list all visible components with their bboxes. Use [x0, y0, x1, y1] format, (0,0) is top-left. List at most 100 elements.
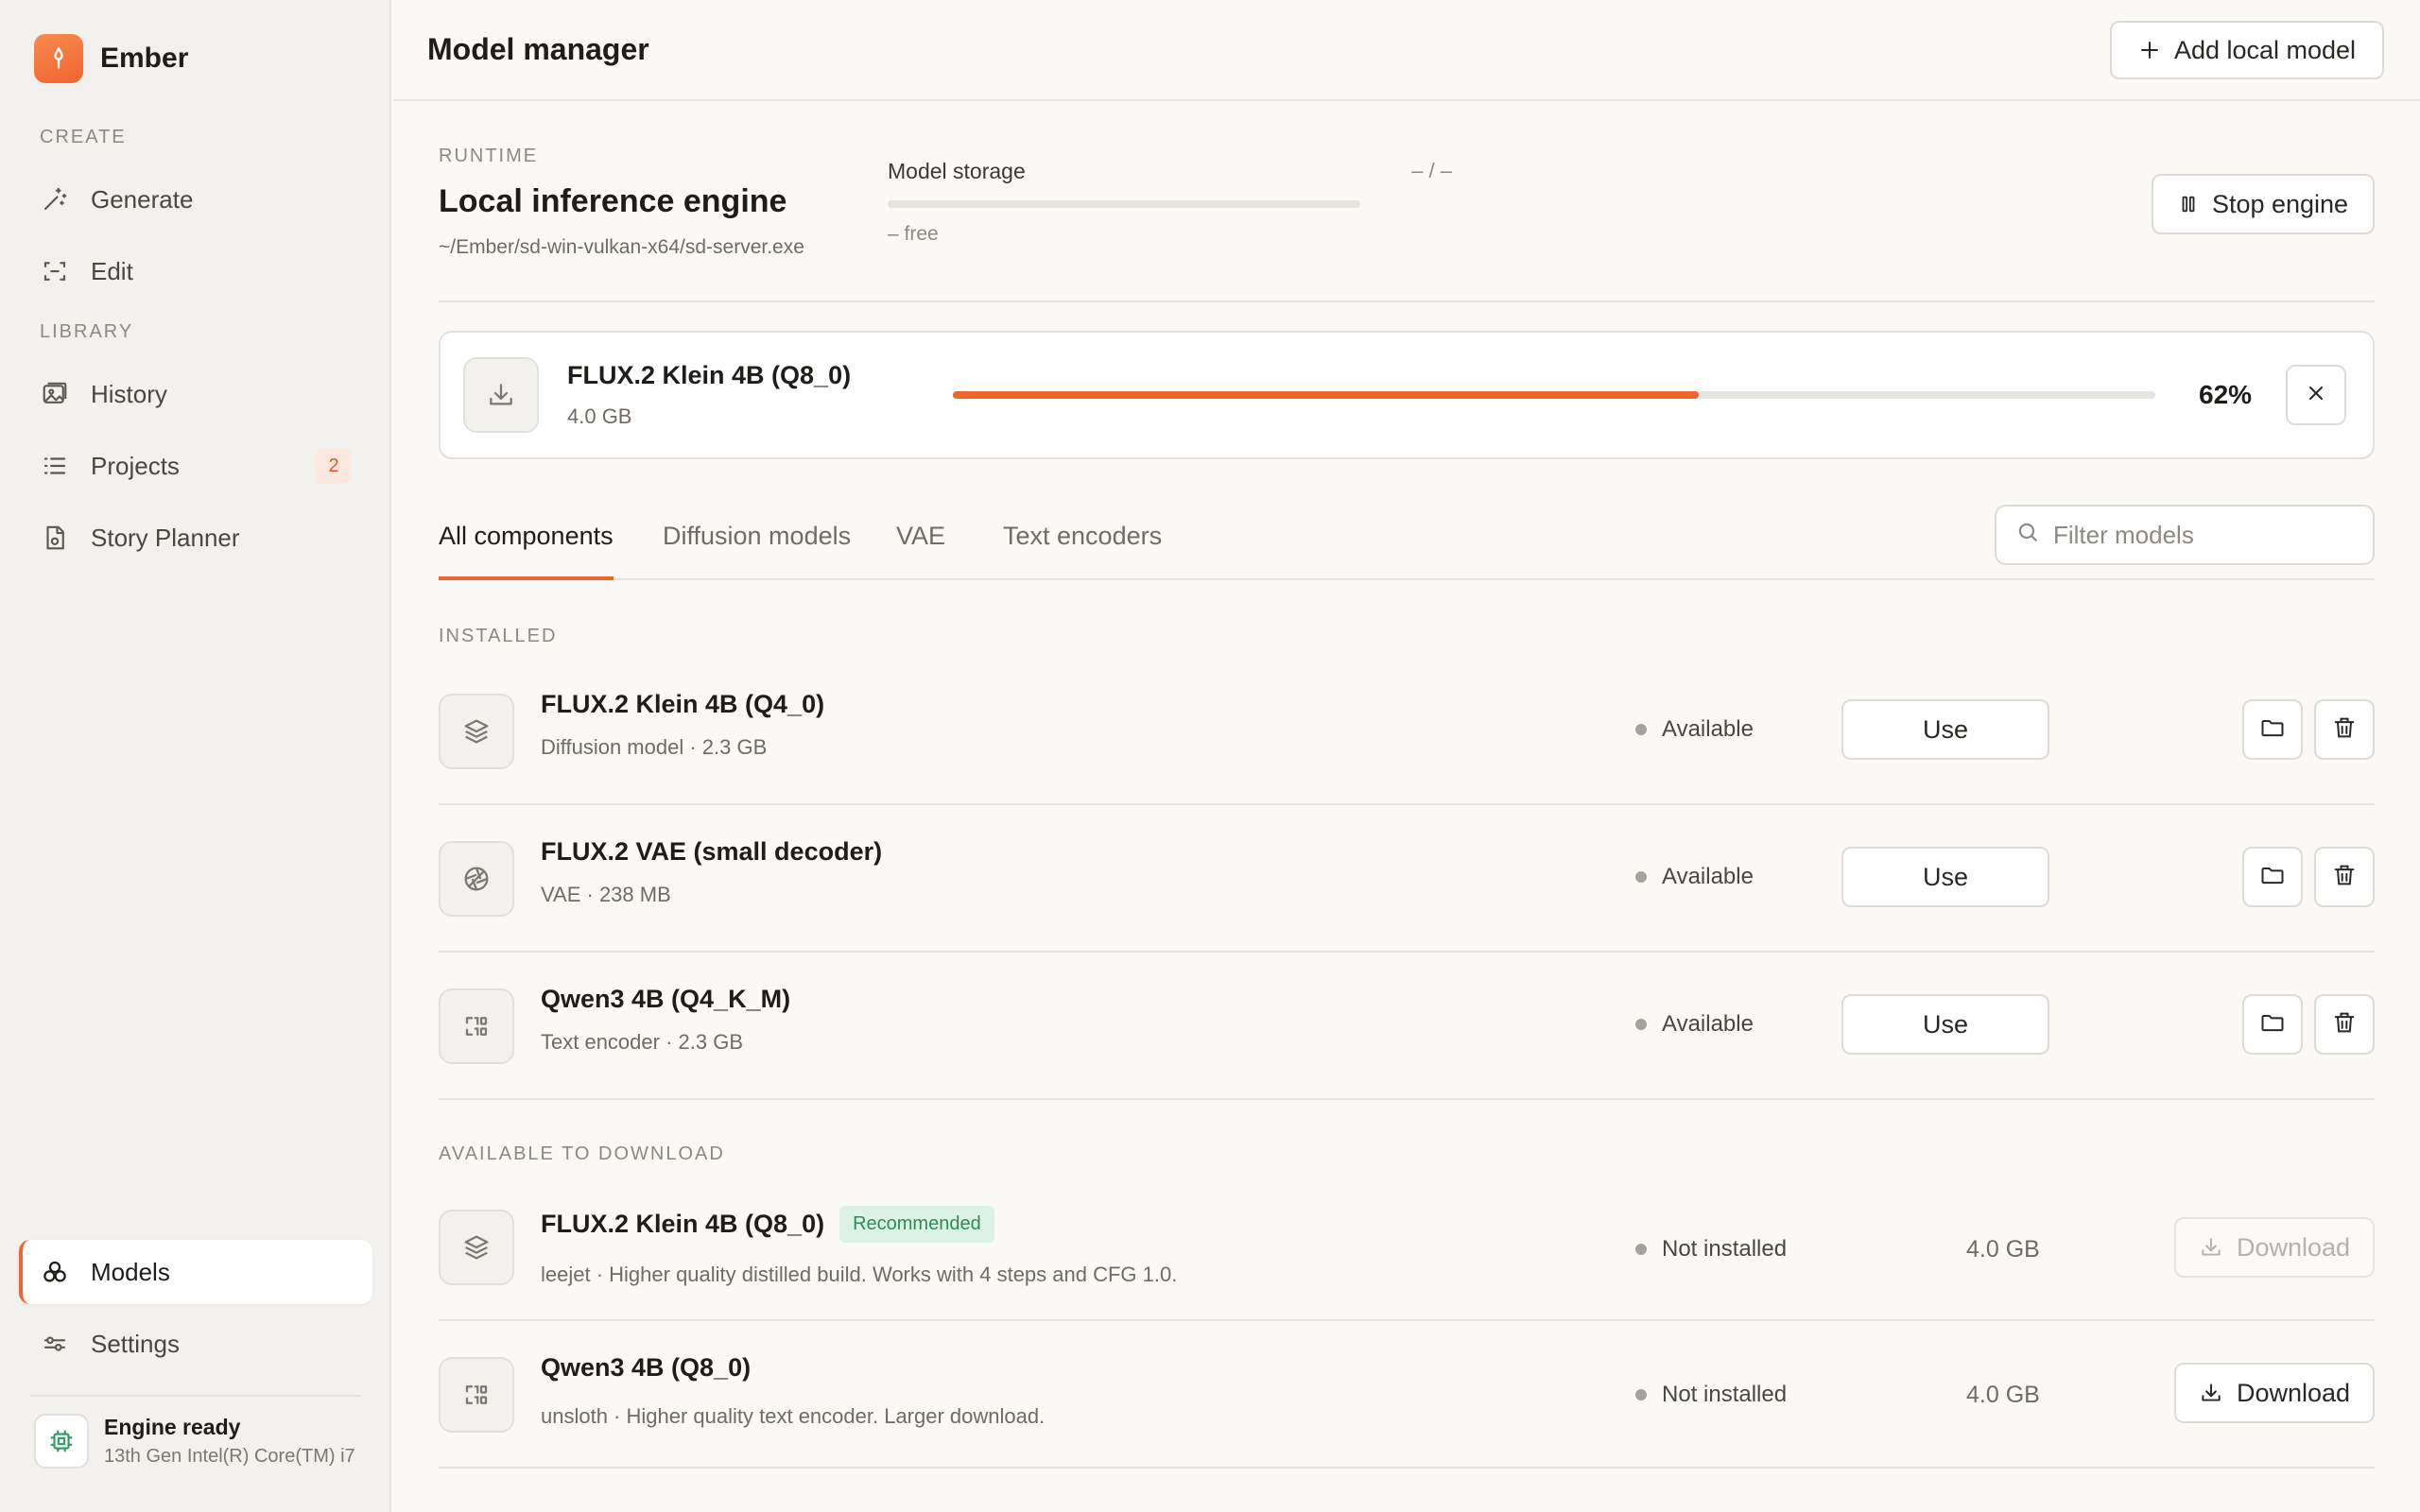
download-label: Download: [2236, 1232, 2351, 1262]
model-name-text: FLUX.2 Klein 4B (Q8_0): [541, 1210, 825, 1238]
model-status: Available: [1635, 1011, 1754, 1038]
tab-text-encoders[interactable]: Text encoders: [1003, 522, 1162, 580]
model-meta: leejet · Higher quality distilled build.…: [541, 1263, 1178, 1286]
section-label-library: LIBRARY: [40, 321, 134, 342]
download-icon: [463, 357, 539, 433]
stop-engine-button[interactable]: Stop engine: [2152, 174, 2375, 234]
add-local-model-button[interactable]: Add local model: [2110, 21, 2384, 79]
sidebar-item-edit[interactable]: Edit: [19, 239, 372, 303]
use-model-button[interactable]: Use: [1841, 994, 2049, 1055]
main-content: Model manager Add local model RUNTIME Lo…: [393, 0, 2420, 1512]
available-row: FLUX.2 Klein 4B (Q8_0) Recommended leeje…: [439, 1174, 2375, 1321]
trash-icon: [2331, 714, 2358, 746]
text-encoder-icon: [439, 1357, 514, 1433]
installed-row: FLUX.2 VAE (small decoder) VAE · 238 MB …: [439, 805, 2375, 953]
trash-icon: [2331, 862, 2358, 893]
available-label: AVAILABLE TO DOWNLOAD: [439, 1143, 725, 1164]
aperture-icon: [439, 841, 514, 917]
storage-label: Model storage: [888, 159, 1026, 183]
model-name-text: FLUX.2 Klein 4B (Q4_0): [541, 690, 825, 718]
model-name: Qwen3 4B (Q4_K_M): [541, 985, 790, 1014]
model-meta: Diffusion model · 2.3 GB: [541, 735, 768, 759]
sidebar-item-models[interactable]: Models: [19, 1240, 372, 1304]
model-status: Available: [1635, 864, 1754, 890]
brand[interactable]: Ember: [34, 34, 188, 83]
status-dot: [1635, 724, 1647, 735]
installed-row: Qwen3 4B (Q4_K_M) Text encoder · 2.3 GB …: [439, 953, 2375, 1100]
model-meta: unsloth · Higher quality text encoder. L…: [541, 1404, 1046, 1428]
tab-all-components[interactable]: All components: [439, 522, 614, 580]
runtime-label: RUNTIME: [439, 146, 539, 166]
model-status: Not installed: [1635, 1236, 1787, 1263]
download-button[interactable]: Download: [2174, 1217, 2375, 1278]
installed-label: INSTALLED: [439, 626, 558, 646]
trash-icon: [2331, 1009, 2358, 1040]
sidebar-item-label: History: [91, 379, 167, 408]
sidebar-item-label: Generate: [91, 184, 194, 214]
sidebar-item-history[interactable]: History: [19, 362, 372, 426]
storage-free: – free: [888, 223, 939, 245]
components-icon: [40, 1257, 70, 1287]
cancel-download-button[interactable]: [2286, 365, 2346, 425]
download-model-size: 4.0 GB: [567, 404, 632, 428]
text-encoder-icon: [439, 988, 514, 1064]
status-text: Not installed: [1662, 1382, 1788, 1407]
download-progress-fill: [953, 391, 1699, 399]
open-folder-button[interactable]: [2242, 994, 2303, 1055]
runtime-divider: [439, 301, 2375, 302]
storage-value: – / –: [1411, 159, 1452, 182]
model-meta: VAE · 238 MB: [541, 883, 671, 906]
model-name: Qwen3 4B (Q8_0): [541, 1353, 751, 1383]
recommended-badge: Recommended: [839, 1206, 994, 1243]
delete-model-button[interactable]: [2314, 994, 2375, 1055]
runtime-title: Local inference engine: [439, 183, 787, 219]
search-icon: [2015, 520, 2040, 551]
tab-vae[interactable]: VAE: [896, 522, 945, 580]
sidebar: Ember CREATE Generate Edit LIBRARY Histo…: [0, 0, 391, 1512]
filter-models-input[interactable]: [2053, 520, 2365, 550]
status-dot: [1635, 1389, 1647, 1400]
download-button[interactable]: Download: [2174, 1363, 2375, 1423]
document-icon: [40, 523, 70, 553]
status-text: Available: [1662, 864, 1754, 889]
app-name: Ember: [100, 43, 189, 74]
open-folder-button[interactable]: [2242, 847, 2303, 907]
model-status: Available: [1635, 716, 1754, 743]
status-text: Not installed: [1662, 1236, 1788, 1262]
download-progress-track: [953, 391, 2155, 399]
download-label: Download: [2236, 1378, 2351, 1407]
storage-bar: [888, 200, 1360, 208]
topbar: Model manager Add local model: [393, 0, 2420, 101]
sidebar-divider: [30, 1395, 361, 1397]
open-folder-button[interactable]: [2242, 699, 2303, 760]
tab-diffusion-models[interactable]: Diffusion models: [663, 522, 851, 580]
runtime-path: ~/Ember/sd-win-vulkan-x64/sd-server.exe: [439, 236, 804, 258]
folder-icon: [2259, 1009, 2286, 1040]
stop-engine-label: Stop engine: [2211, 189, 2349, 218]
model-name: FLUX.2 Klein 4B (Q8_0) Recommended: [541, 1206, 994, 1243]
status-dot: [1635, 1019, 1647, 1030]
download-model-name: FLUX.2 Klein 4B (Q8_0): [567, 361, 852, 389]
engine-status-title: Engine ready: [104, 1415, 241, 1439]
sidebar-item-settings[interactable]: Settings: [19, 1312, 372, 1376]
sidebar-item-story-planner[interactable]: Story Planner: [19, 506, 372, 570]
active-download-card: FLUX.2 Klein 4B (Q8_0) 4.0 GB 62%: [439, 331, 2375, 459]
folder-icon: [2259, 862, 2286, 893]
delete-model-button[interactable]: [2314, 847, 2375, 907]
folder-icon: [2259, 714, 2286, 746]
sidebar-item-projects[interactable]: Projects 2: [19, 434, 372, 498]
sidebar-item-generate[interactable]: Generate: [19, 167, 372, 232]
sliders-icon: [40, 1329, 70, 1359]
use-model-button[interactable]: Use: [1841, 699, 2049, 760]
layers-icon: [439, 694, 514, 769]
engine-status[interactable]: Engine ready 13th Gen Intel(R) Core(TM) …: [34, 1414, 361, 1469]
status-dot: [1635, 1244, 1647, 1255]
use-model-button[interactable]: Use: [1841, 847, 2049, 907]
status-dot: [1635, 871, 1647, 883]
download-icon: [2199, 1235, 2223, 1260]
page-title: Model manager: [427, 32, 649, 66]
sidebar-item-label: Projects: [91, 451, 180, 480]
filter-models-field[interactable]: [1995, 505, 2375, 565]
delete-model-button[interactable]: [2314, 699, 2375, 760]
image-icon: [40, 379, 70, 409]
